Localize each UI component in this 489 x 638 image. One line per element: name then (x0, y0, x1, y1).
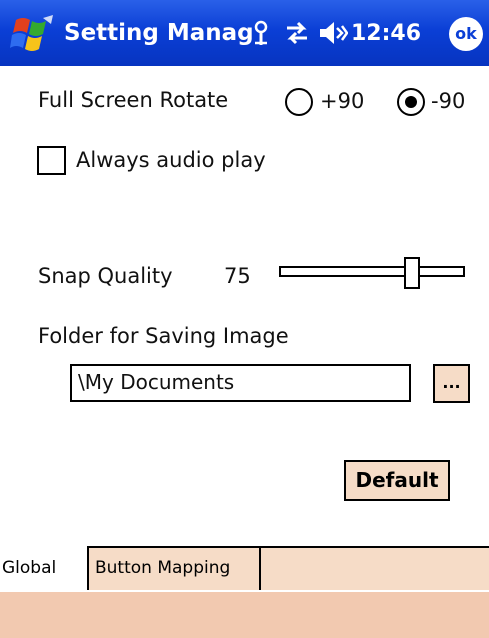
audio-play-label[interactable]: Always audio play (76, 148, 266, 172)
tab-button-mapping[interactable]: Button Mapping (89, 546, 261, 590)
rotate-plus90-label[interactable]: +90 (320, 89, 364, 113)
tab-global[interactable]: Global (0, 546, 89, 590)
title-bar: Setting Manag 12:46 ok (0, 0, 489, 66)
ok-button[interactable]: ok (449, 17, 483, 51)
rotate-minus90-label[interactable]: -90 (431, 89, 465, 113)
tab-strip: Global Button Mapping (0, 546, 489, 590)
windows-flag-icon[interactable] (10, 14, 54, 54)
clock[interactable]: 12:46 (351, 21, 421, 46)
rotate-plus90-radio[interactable] (285, 88, 313, 116)
menu-bar[interactable] (0, 590, 489, 638)
slider-thumb[interactable] (404, 257, 420, 289)
volume-icon[interactable] (318, 19, 348, 47)
sync-arrows-icon[interactable] (283, 19, 311, 47)
rotate-minus90-radio[interactable] (397, 88, 425, 116)
snap-quality-value: 75 (224, 264, 251, 288)
tab-divider (261, 546, 489, 548)
window-title: Setting Manag (64, 20, 254, 46)
folder-label: Folder for Saving Image (38, 324, 289, 348)
rotate-label: Full Screen Rotate (38, 88, 229, 112)
snap-quality-slider[interactable] (279, 266, 465, 277)
folder-path-input[interactable]: \My Documents (70, 364, 411, 402)
browse-button[interactable]: ... (433, 364, 470, 403)
default-button[interactable]: Default (344, 460, 450, 501)
audio-play-checkbox[interactable] (37, 146, 66, 175)
snap-quality-label: Snap Quality (38, 264, 173, 288)
connectivity-icon[interactable] (249, 19, 273, 47)
